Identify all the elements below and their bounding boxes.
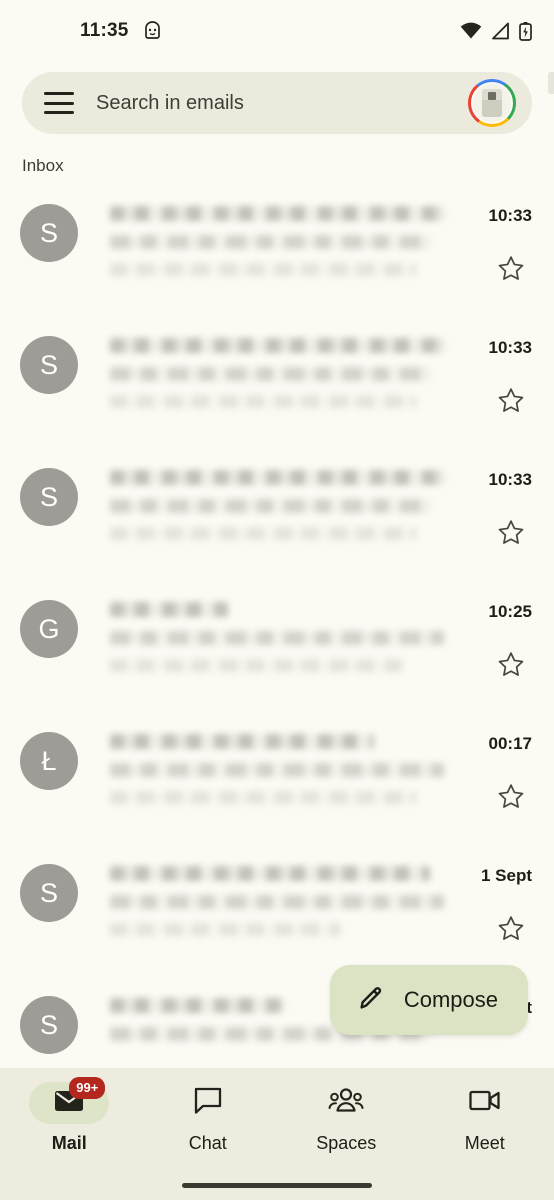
status-bar-right	[460, 21, 532, 41]
nav-pill-chat	[168, 1082, 248, 1124]
nav-item-chat[interactable]: Chat	[139, 1082, 278, 1154]
gesture-navigation-bar[interactable]	[182, 1183, 372, 1188]
redacted-subject-line	[110, 895, 445, 909]
bottom-navigation: 99+ Mail Chat Spaces Meet	[0, 1068, 554, 1200]
redacted-snippet-line	[110, 395, 417, 408]
star-outline-icon[interactable]	[496, 254, 526, 288]
redacted-sender-line	[110, 998, 284, 1013]
email-preview-redacted	[78, 584, 458, 672]
redacted-sender-line	[110, 734, 375, 749]
email-preview-redacted	[78, 188, 458, 276]
email-row-meta: 1 Sept	[458, 848, 532, 948]
nav-item-meet[interactable]: Meet	[416, 1082, 554, 1154]
redacted-snippet-line	[110, 659, 403, 672]
nav-pill-mail: 99+	[29, 1077, 110, 1124]
email-row-meta: 10:33	[458, 320, 532, 420]
signal-icon	[491, 22, 510, 40]
sender-avatar[interactable]: S	[20, 336, 78, 394]
nav-label-chat: Chat	[188, 1133, 227, 1153]
compose-label: Compose	[403, 987, 498, 1012]
redacted-subject-line	[110, 631, 445, 645]
nav-label-meet: Meet	[464, 1133, 505, 1153]
redacted-sender-line	[110, 206, 445, 221]
star-outline-icon[interactable]	[496, 914, 526, 948]
nav-label-mail: Mail	[51, 1133, 87, 1153]
search-input[interactable]: Search in emails	[96, 92, 468, 115]
email-row[interactable]: S 10:33	[0, 320, 554, 452]
star-outline-icon[interactable]	[496, 386, 526, 420]
pencil-icon	[356, 983, 386, 1018]
sender-avatar[interactable]: S	[20, 204, 78, 262]
email-timestamp: 10:25	[488, 602, 532, 621]
redacted-sender-line	[110, 338, 445, 353]
status-time: 11:35	[80, 20, 129, 41]
sender-avatar[interactable]: S	[20, 468, 78, 526]
video-camera-icon	[469, 1089, 501, 1117]
redacted-subject-line	[110, 235, 431, 249]
redacted-snippet-line	[110, 527, 417, 540]
redacted-sender-line	[110, 470, 445, 485]
email-row[interactable]: S 1 Sept	[0, 848, 554, 980]
redacted-sender-line	[110, 866, 431, 881]
email-row-meta: 10:33	[458, 188, 532, 288]
mail-unread-badge: 99+	[69, 1077, 106, 1099]
spaces-people-icon	[328, 1088, 364, 1118]
edge-peek-sliver	[548, 72, 554, 94]
email-timestamp: 10:33	[488, 338, 532, 357]
email-timestamp: 00:17	[488, 734, 532, 753]
sender-avatar[interactable]: S	[20, 864, 78, 922]
status-bar: 11:35	[0, 0, 554, 62]
star-outline-icon[interactable]	[496, 650, 526, 684]
nav-item-mail[interactable]: 99+ Mail	[0, 1077, 139, 1154]
email-timestamp: 10:33	[488, 206, 532, 225]
sender-avatar[interactable]: G	[20, 600, 78, 658]
nav-pill-meet	[445, 1082, 525, 1124]
redacted-subject-line	[110, 367, 431, 381]
email-row-meta: 00:17	[458, 716, 532, 816]
redacted-snippet-line	[110, 263, 417, 276]
star-outline-icon[interactable]	[496, 782, 526, 816]
sender-avatar[interactable]: Ł	[20, 732, 78, 790]
hamburger-menu-icon[interactable]	[44, 92, 74, 114]
email-row[interactable]: Ł 00:17	[0, 716, 554, 848]
redacted-snippet-line	[110, 923, 340, 936]
sender-avatar[interactable]: S	[20, 996, 78, 1054]
redacted-snippet-line	[110, 791, 417, 804]
email-preview-redacted	[78, 320, 458, 408]
redacted-sender-line	[110, 602, 229, 617]
email-preview-redacted	[78, 716, 458, 804]
inbox-section-label: Inbox	[22, 156, 64, 175]
email-preview-redacted	[78, 452, 458, 540]
email-row[interactable]: S 10:33	[0, 452, 554, 584]
email-row[interactable]: G 10:25	[0, 584, 554, 716]
star-outline-icon[interactable]	[496, 518, 526, 552]
email-preview-redacted	[78, 848, 458, 936]
email-row[interactable]: S 10:33	[0, 188, 554, 320]
search-bar[interactable]: Search in emails	[22, 72, 532, 134]
nav-pill-spaces	[306, 1082, 386, 1124]
nav-item-spaces[interactable]: Spaces	[277, 1082, 416, 1154]
redacted-subject-line	[110, 763, 445, 777]
android-debug-icon	[143, 21, 162, 41]
chat-bubble-icon	[194, 1087, 222, 1119]
email-timestamp: 10:33	[488, 470, 532, 489]
battery-charging-icon	[519, 21, 532, 41]
redacted-subject-line	[110, 499, 431, 513]
email-row-meta: 10:25	[458, 584, 532, 684]
wifi-icon	[460, 22, 482, 40]
status-bar-left: 11:35	[80, 20, 162, 42]
search-bar-container: Search in emails	[0, 62, 554, 134]
email-row-meta: 10:33	[458, 452, 532, 552]
compose-button[interactable]: Compose	[329, 965, 528, 1035]
account-avatar[interactable]	[468, 79, 516, 127]
avatar-image	[471, 82, 513, 124]
email-timestamp: 1 Sept	[480, 866, 532, 885]
nav-label-spaces: Spaces	[316, 1133, 377, 1153]
